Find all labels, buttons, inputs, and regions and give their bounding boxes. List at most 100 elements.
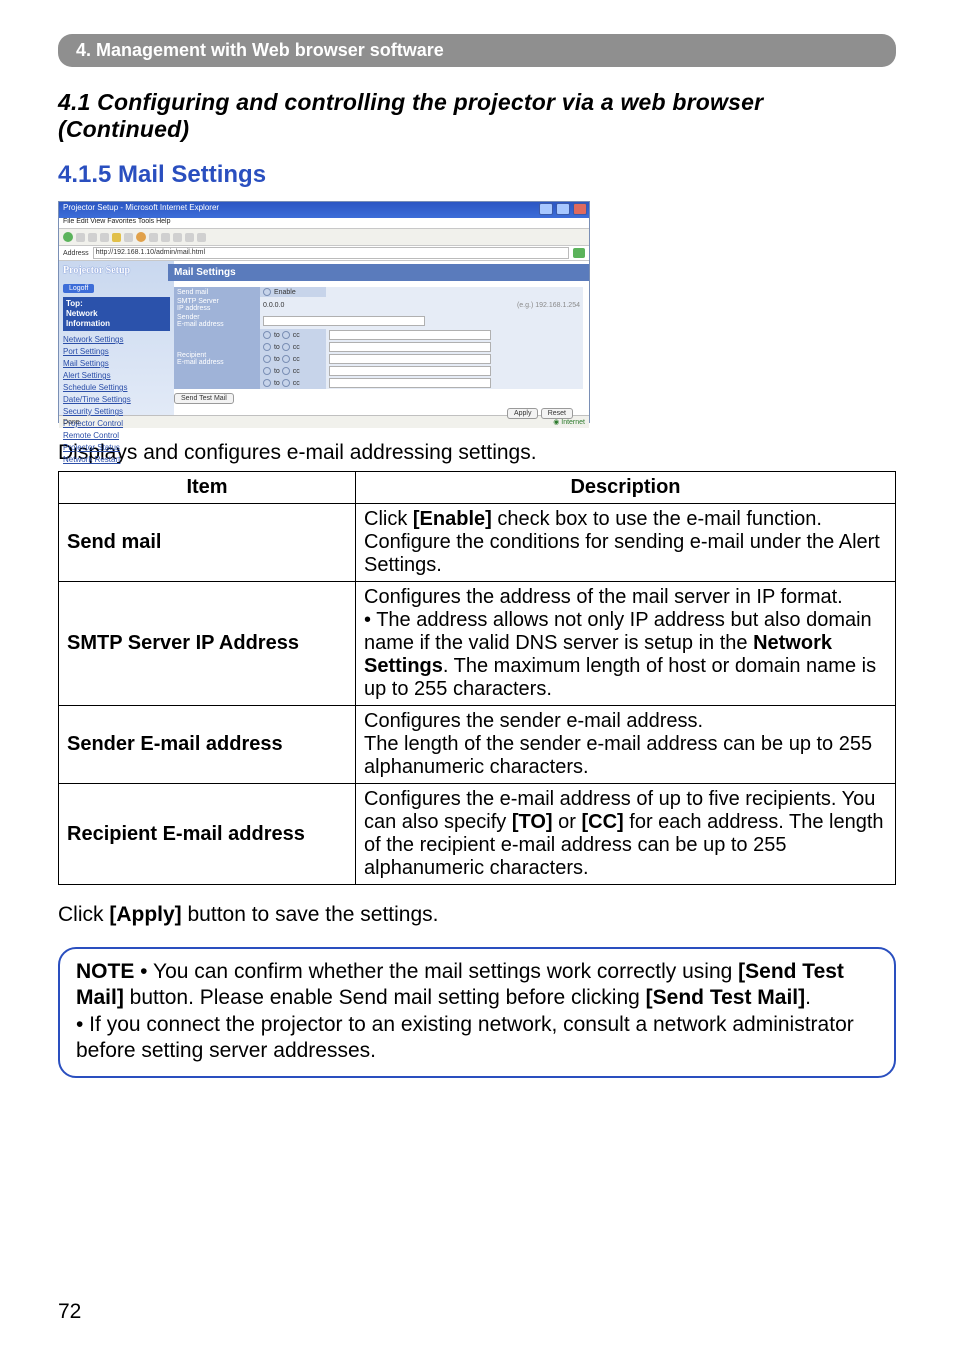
- back-icon: [63, 232, 73, 242]
- item-recipient: Recipient E-mail address: [59, 784, 356, 885]
- input-icon: [329, 366, 491, 376]
- recipient-row-3-options: to cc: [260, 353, 326, 365]
- forward-icon: [76, 233, 85, 242]
- input-icon: [329, 354, 491, 364]
- sidebar-top-block: Top: Network Information: [63, 297, 170, 331]
- heading-continue: 4.1 Configuring and controlling the proj…: [58, 89, 896, 143]
- apply-line: Click [Apply] button to save the setting…: [58, 903, 896, 927]
- reset-button: Reset: [541, 408, 573, 419]
- sidebar-item-network-restart: Network Restart: [63, 455, 170, 464]
- row-send-mail-label: Send mail: [174, 287, 260, 297]
- recipient-row-5-input: [326, 377, 583, 389]
- row-sender-label: Sender E-mail address: [174, 313, 260, 329]
- desc-recipient: Configures the e-mail address of up to f…: [356, 784, 896, 885]
- search-icon: [124, 233, 133, 242]
- discuss-icon: [197, 233, 206, 242]
- recipient-row-5-options: to cc: [260, 377, 326, 389]
- status-done: Done: [63, 419, 80, 426]
- row-sender-input: [260, 313, 583, 329]
- status-internet: Internet: [561, 419, 585, 426]
- close-icon: [573, 203, 587, 215]
- table-row: Sender E-mail address Configures the sen…: [59, 706, 896, 784]
- radio-icon: [282, 355, 290, 363]
- top-bar: 4. Management with Web browser software: [58, 34, 896, 67]
- sub-text: Displays and configures e-mail addressin…: [58, 441, 896, 465]
- item-sender: Sender E-mail address: [59, 706, 356, 784]
- sidebar-item-mail-settings: Mail Settings: [63, 359, 170, 368]
- radio-icon: [282, 343, 290, 351]
- radio-icon: [263, 331, 271, 339]
- ie-addressbar: Address http://192.168.1.10/admin/mail.h…: [59, 246, 589, 261]
- radio-icon: [282, 367, 290, 375]
- mail-icon: [161, 233, 170, 242]
- desc-sender: Configures the sender e-mail address. Th…: [356, 706, 896, 784]
- sidebar-item-schedule-settings: Schedule Settings: [63, 383, 170, 392]
- radio-icon: [263, 379, 271, 387]
- input-icon: [329, 330, 491, 340]
- recipient-row-4-input: [326, 365, 583, 377]
- address-label: Address: [63, 250, 89, 257]
- item-smtp: SMTP Server IP Address: [59, 582, 356, 706]
- ie-window: Projector Setup - Microsoft Internet Exp…: [58, 201, 590, 423]
- recipient-row-2-input: [326, 341, 583, 353]
- sidebar-item-projector-status: Projector Status: [63, 443, 170, 452]
- ie-titlebar: Projector Setup - Microsoft Internet Exp…: [59, 202, 589, 218]
- desc-smtp: Configures the address of the mail serve…: [356, 582, 896, 706]
- note-box: NOTE • You can confirm whether the mail …: [58, 947, 896, 1078]
- mail-settings-table: Send mail Enable SMTP Server IP address …: [174, 287, 583, 389]
- refresh-icon: [100, 233, 109, 242]
- row-send-mail-enable: Enable: [260, 287, 326, 297]
- sidebar-item-security-settings: Security Settings: [63, 407, 170, 416]
- th-item: Item: [59, 472, 356, 504]
- row-recipient-label: Recipient E-mail address: [174, 329, 260, 389]
- radio-icon: [282, 331, 290, 339]
- sender-input-icon: [263, 316, 425, 326]
- radio-icon: [263, 355, 271, 363]
- recipient-row-4-options: to cc: [260, 365, 326, 377]
- radio-icon: [263, 367, 271, 375]
- sidebar: Projector Setup Logoff Top: Network Info…: [59, 261, 174, 415]
- ie-toolbar: [59, 229, 589, 246]
- table-row: SMTP Server IP Address Configures the ad…: [59, 582, 896, 706]
- favorites-icon: [136, 232, 146, 242]
- row-smtp-value: 0.0.0.0: [260, 297, 347, 313]
- sidebar-heading: Projector Setup: [63, 265, 170, 277]
- sidebar-item-network-settings: Network Settings: [63, 335, 170, 344]
- item-send-mail: Send mail: [59, 504, 356, 582]
- row-smtp-example: (e.g.) 192.168.1.254: [347, 297, 583, 313]
- note-label: NOTE: [76, 960, 134, 983]
- go-icon: [573, 248, 585, 258]
- main-panel: Mail Settings Send mail Enable SMTP Serv…: [174, 261, 589, 415]
- min-icon: [539, 203, 553, 215]
- note-line-2: • If you connect the projector to an exi…: [76, 1013, 854, 1062]
- th-description: Description: [356, 472, 896, 504]
- page-number: 72: [58, 1300, 81, 1324]
- recipient-row-1-options: to cc: [260, 329, 326, 341]
- print-icon: [173, 233, 182, 242]
- globe-icon: ◉: [553, 419, 559, 426]
- top-bar-text: 4. Management with Web browser software: [76, 40, 444, 60]
- main-title: Mail Settings: [168, 264, 589, 281]
- sidebar-item-alert-settings: Alert Settings: [63, 371, 170, 380]
- recipient-row-2-options: to cc: [260, 341, 326, 353]
- input-icon: [329, 342, 491, 352]
- ie-title-text: Projector Setup - Microsoft Internet Exp…: [63, 203, 219, 212]
- logoff-button: Logoff: [63, 284, 94, 293]
- sidebar-item-port-settings: Port Settings: [63, 347, 170, 356]
- address-input: http://192.168.1.10/admin/mail.html: [93, 247, 569, 259]
- enable-checkbox-icon: [263, 288, 271, 296]
- max-icon: [556, 203, 570, 215]
- table-row: Recipient E-mail address Configures the …: [59, 784, 896, 885]
- stop-icon: [88, 233, 97, 242]
- edit-icon: [185, 233, 194, 242]
- radio-icon: [282, 379, 290, 387]
- description-table: Item Description Send mail Click [Enable…: [58, 471, 896, 885]
- sidebar-item-remote-control: Remote Control: [63, 431, 170, 440]
- home-icon: [112, 233, 121, 242]
- history-icon: [149, 233, 158, 242]
- recipient-row-3-input: [326, 353, 583, 365]
- apply-button: Apply: [507, 408, 539, 419]
- section-title: 4.1.5 Mail Settings: [58, 161, 896, 189]
- sidebar-item-datetime-settings: Date/Time Settings: [63, 395, 170, 404]
- send-test-mail-button: Send Test Mail: [174, 393, 234, 404]
